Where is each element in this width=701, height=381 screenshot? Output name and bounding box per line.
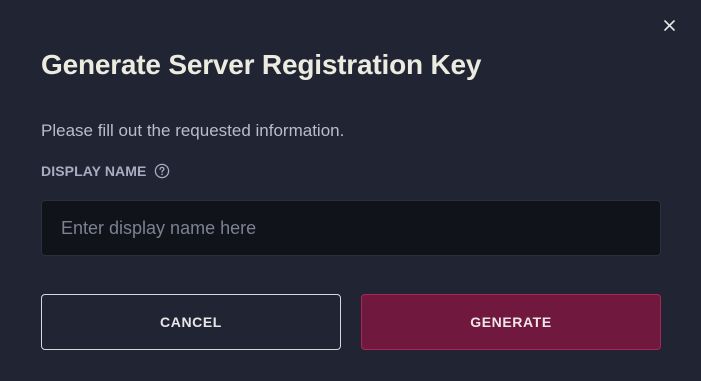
help-button[interactable] [154, 163, 170, 179]
display-name-field [41, 200, 661, 256]
display-name-label-row: DISPLAY NAME [41, 163, 170, 179]
display-name-label: DISPLAY NAME [41, 163, 147, 179]
close-icon [664, 20, 675, 31]
close-button[interactable] [661, 17, 678, 34]
question-circle-icon [155, 163, 170, 179]
generate-button[interactable]: GENERATE [361, 294, 661, 350]
cancel-button[interactable]: CANCEL [41, 294, 341, 350]
display-name-input[interactable] [41, 200, 661, 256]
dialog-subtitle: Please fill out the requested informatio… [41, 121, 345, 140]
dialog-title: Generate Server Registration Key [41, 49, 482, 80]
generate-key-dialog: Generate Server Registration Key Please … [0, 0, 701, 381]
